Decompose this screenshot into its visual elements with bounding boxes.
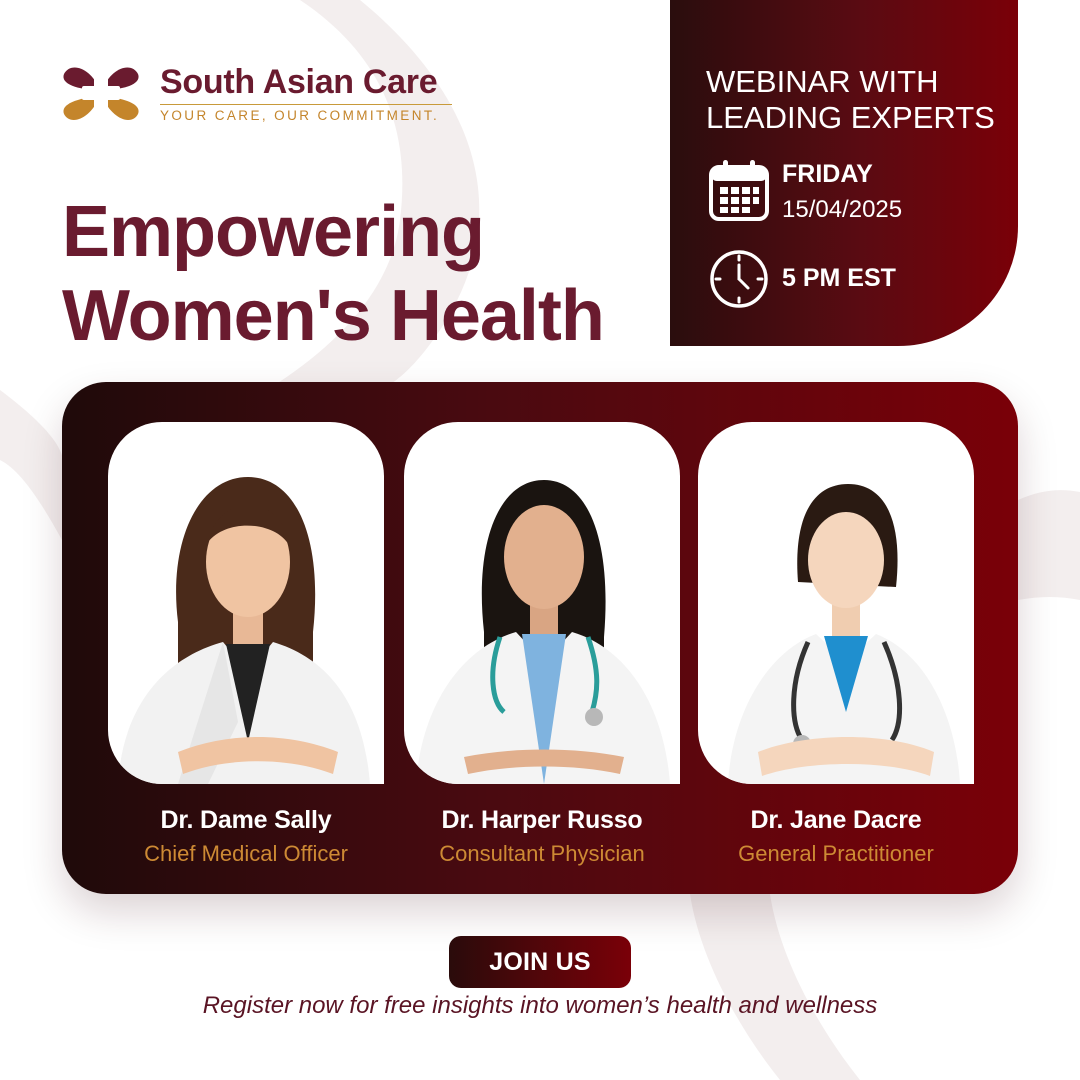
speaker-role: Chief Medical Officer bbox=[144, 841, 348, 866]
webinar-day: FRIDAY bbox=[782, 160, 873, 188]
webinar-title: WEBINAR WITH LEADING EXPERTS bbox=[706, 64, 995, 136]
doctor-portrait-icon bbox=[728, 484, 960, 784]
doctor-portrait-icon bbox=[118, 477, 370, 784]
speaker-role: Consultant Physician bbox=[439, 841, 645, 866]
speakers-panel: Dr. Dame Sally Chief Medical Officer Dr.… bbox=[62, 382, 1018, 894]
medical-cross-logo-icon bbox=[63, 67, 139, 120]
speaker-photo bbox=[108, 422, 384, 784]
speaker-role: General Practitioner bbox=[738, 841, 934, 866]
brand-name: South Asian Care bbox=[160, 62, 438, 101]
webinar-title-line-2: LEADING EXPERTS bbox=[706, 100, 995, 135]
page-title: Empowering Women's Health bbox=[62, 190, 605, 358]
headline-line-2: Women's Health bbox=[62, 276, 605, 356]
webinar-date: 15/04/2025 bbox=[782, 196, 903, 223]
speaker-photo bbox=[698, 422, 974, 784]
calendar-icon bbox=[709, 160, 769, 221]
speaker-card: Dr. Jane Dacre General Practitioner bbox=[698, 422, 974, 867]
brand-logo: South Asian Care YOUR CARE, OUR COMMITME… bbox=[60, 56, 452, 130]
doctor-portrait-icon bbox=[416, 480, 670, 784]
speaker-card: Dr. Dame Sally Chief Medical Officer bbox=[108, 422, 384, 867]
brand-divider bbox=[160, 103, 452, 105]
webinar-info-panel: WEBINAR WITH LEADING EXPERTS FRIDAY 15/0… bbox=[670, 0, 1018, 346]
webinar-title-line-1: WEBINAR WITH bbox=[706, 64, 939, 99]
clock-icon bbox=[710, 250, 768, 308]
speaker-name: Dr. Dame Sally bbox=[160, 806, 332, 834]
speaker-card: Dr. Harper Russo Consultant Physician bbox=[404, 422, 680, 867]
webinar-time: 5 PM EST bbox=[782, 264, 896, 292]
brand-tagline: YOUR CARE, OUR COMMITMENT. bbox=[160, 107, 440, 123]
register-text: Register now for free insights into wome… bbox=[202, 992, 878, 1019]
speaker-photo bbox=[404, 422, 680, 784]
speaker-name: Dr. Harper Russo bbox=[441, 806, 643, 834]
speaker-name: Dr. Jane Dacre bbox=[750, 806, 922, 834]
headline-line-1: Empowering bbox=[62, 192, 485, 272]
join-us-button[interactable]: JOIN US bbox=[449, 936, 631, 988]
